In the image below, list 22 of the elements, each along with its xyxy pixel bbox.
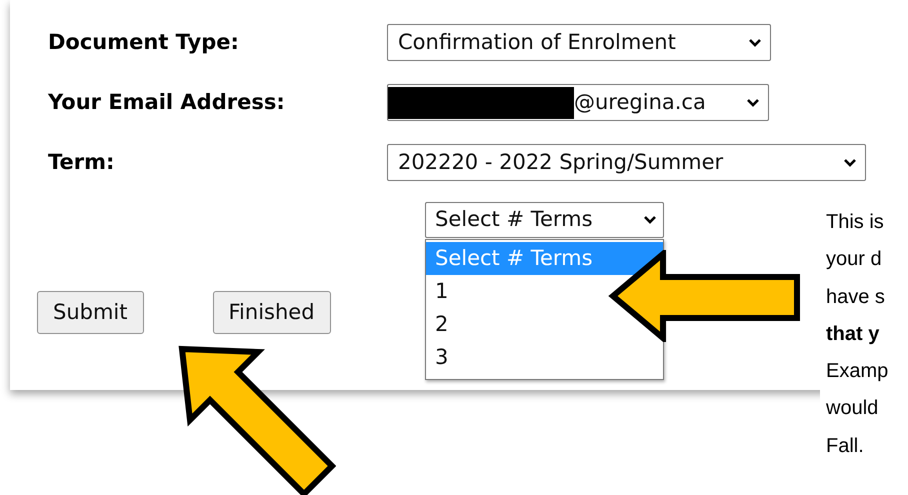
- terms-dropdown[interactable]: Select # Terms: [425, 202, 664, 238]
- arrow-left-icon: [607, 250, 802, 342]
- dropdown-field[interactable]: @uregina.ca: [387, 84, 769, 121]
- chevron-down-icon: [643, 215, 657, 225]
- note-text-line: This is: [826, 210, 885, 235]
- note-text-line: would: [826, 396, 880, 422]
- note-text-line: have s: [826, 284, 886, 310]
- note-text-line: Examp: [826, 359, 890, 384]
- submit-button[interactable]: Submit: [37, 291, 144, 334]
- note-text-line: that y: [826, 322, 880, 347]
- finished-button[interactable]: Finished: [212, 291, 331, 334]
- arrow-up-left-icon: [176, 343, 336, 495]
- chevron-down-icon: [748, 38, 762, 48]
- chevron-down-icon: [843, 158, 857, 168]
- field-label: Term:: [47, 148, 116, 176]
- field-label: Your Email Address:: [47, 88, 286, 116]
- note-text-line: your d: [826, 247, 883, 272]
- dropdown-field[interactable]: Confirmation of Enrolment: [387, 24, 771, 61]
- chevron-down-icon: [746, 98, 760, 108]
- field-label: Document Type:: [47, 28, 240, 56]
- dropdown-field[interactable]: 202220 - 2022 Spring/Summer: [387, 144, 866, 181]
- note-text-line: Fall.: [826, 434, 865, 459]
